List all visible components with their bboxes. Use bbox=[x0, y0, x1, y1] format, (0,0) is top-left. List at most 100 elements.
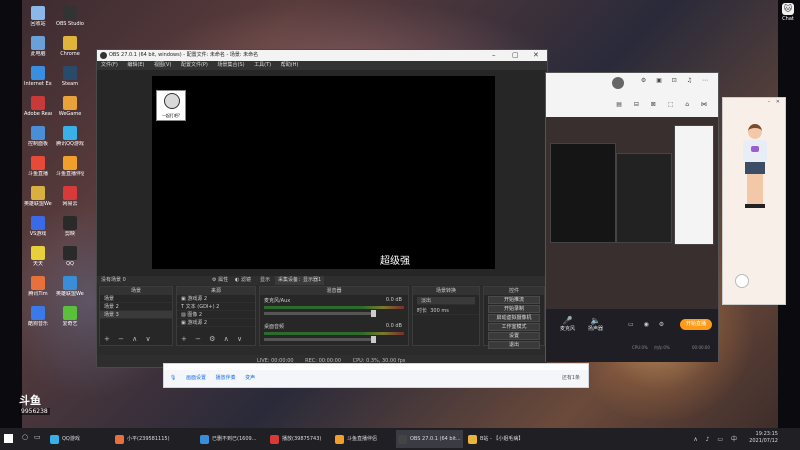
desktop-icon[interactable]: 斗鱼直播伴侣 bbox=[56, 156, 84, 177]
taskbar-task[interactable]: QQ游戏 bbox=[48, 430, 110, 448]
desktop-icon-label: OBS Studio bbox=[56, 21, 84, 27]
menu-file[interactable]: 文件(F) bbox=[101, 62, 118, 68]
desktop-icon-label: Chrome bbox=[60, 51, 80, 57]
play-accompaniment-link[interactable]: 播放伴奏 bbox=[216, 375, 236, 381]
speaker-icon: 🔈 bbox=[590, 316, 601, 325]
clock-date: 2021/07/12 bbox=[749, 438, 778, 444]
source-item[interactable]: T 文本 (GDI+) 2 bbox=[177, 303, 255, 311]
desktop-icon[interactable]: 斗鱼直播 bbox=[24, 156, 52, 177]
studio-mode-button[interactable]: 工作室模式 bbox=[488, 323, 540, 331]
filters-button[interactable]: ◐ 滤镜 bbox=[235, 276, 251, 285]
desktop-icon[interactable]: QQ bbox=[56, 246, 84, 267]
start-streaming-button[interactable]: 开始推流 bbox=[488, 296, 540, 304]
settings-button[interactable]: 设置 bbox=[488, 332, 540, 340]
properties-button[interactable]: ⚙ 属性 bbox=[212, 276, 228, 285]
close-icon[interactable]: ✕ bbox=[533, 50, 539, 61]
desktop-icon[interactable]: 腾讯QQ游戏 bbox=[56, 126, 84, 147]
scene-tools[interactable]: + − ∧ ∨ bbox=[104, 335, 154, 343]
chat-toolbar-top bbox=[164, 364, 588, 370]
speaker-button[interactable]: 🔈 扬声器 bbox=[588, 316, 603, 332]
exit-button[interactable]: 退出 bbox=[488, 341, 540, 349]
menu-help[interactable]: 帮助(H) bbox=[281, 62, 299, 68]
desktop-icon[interactable]: 网易云 bbox=[56, 186, 84, 207]
voice-change-link[interactable]: 变声 bbox=[245, 375, 255, 381]
taskbar-task[interactable]: 小平(239581115) bbox=[113, 430, 195, 448]
avatar-window-controls[interactable]: – ✕ bbox=[768, 99, 782, 105]
slider-knob[interactable] bbox=[371, 336, 376, 343]
source-item[interactable]: ▣ 游戏源 2 bbox=[177, 319, 255, 327]
camera-settings-icons[interactable]: ▭ ◉ ⚙ bbox=[628, 321, 668, 328]
capture-select[interactable]: 采集设备：显示器1 bbox=[275, 276, 325, 285]
chat-more[interactable]: 还有1条 bbox=[562, 374, 580, 381]
desktop-icon[interactable]: 酷狗音乐 bbox=[24, 306, 52, 327]
source-item[interactable]: ▨ 图像 2 bbox=[177, 311, 255, 319]
desktop-icon[interactable]: 腾讯Tim bbox=[24, 276, 52, 297]
desktop-icon[interactable]: 英雄联盟WeGame bbox=[24, 186, 52, 207]
scene-item[interactable]: 场景 bbox=[100, 295, 172, 303]
menu-profile[interactable]: 配置文件(P) bbox=[181, 62, 208, 68]
menu-tools[interactable]: 工具(T) bbox=[254, 62, 271, 68]
transition-select[interactable]: 淡出 bbox=[417, 297, 475, 305]
avatar[interactable] bbox=[612, 77, 624, 89]
assistant-tool-icons[interactable]: ▤ ⊟ ⊠ ⬚ ⌂ ⋈ bbox=[616, 101, 712, 108]
slider-knob[interactable] bbox=[371, 310, 376, 317]
taskbar-task[interactable]: B站 - 【小姐毛病】 bbox=[466, 430, 536, 448]
app-icon bbox=[31, 66, 45, 80]
volume-slider[interactable] bbox=[264, 336, 376, 343]
taskbar-task[interactable]: 播放(39875743) bbox=[268, 430, 330, 448]
desktop-icon[interactable]: OBS Studio bbox=[56, 6, 84, 27]
mic-icon[interactable]: 🎙 bbox=[170, 375, 176, 381]
desktop-icon[interactable]: 爱奇艺 bbox=[56, 306, 84, 327]
avatar-thumbnail[interactable] bbox=[735, 274, 749, 288]
search-icon[interactable]: ○ bbox=[22, 433, 28, 441]
maximize-icon[interactable]: ▢ bbox=[512, 50, 519, 61]
mic-button[interactable]: 🎤 麦克风 bbox=[560, 316, 575, 332]
desktop-icon[interactable]: 英雄联盟WeGame bbox=[56, 276, 84, 297]
assistant-toolbar-icons[interactable]: ⚙ ▣ ⊡ ♫ ⋯ bbox=[641, 77, 712, 84]
mixer-header: 混音器 bbox=[260, 287, 408, 295]
start-live-button[interactable]: 开始直播 bbox=[680, 319, 712, 330]
menu-scene-collection[interactable]: 场景集合(S) bbox=[217, 62, 244, 68]
source-item[interactable]: ▣ 游戏源 2 bbox=[177, 295, 255, 303]
start-recording-button[interactable]: 开始录制 bbox=[488, 305, 540, 313]
desktop-icon[interactable]: 天天 bbox=[24, 246, 52, 267]
taskbar-task[interactable]: 斗鱼直播伴侣 bbox=[333, 430, 393, 448]
transition-duration[interactable]: 时长 300 ms bbox=[413, 307, 479, 315]
desktop-icon[interactable]: 控制面板 bbox=[24, 126, 52, 147]
desktop-icon[interactable]: WeGame bbox=[56, 96, 84, 117]
source-tools[interactable]: + − ⚙ ∧ ∨ bbox=[181, 335, 245, 343]
scene-item[interactable]: 场景 3 bbox=[100, 311, 172, 319]
menu-view[interactable]: 视图(V) bbox=[154, 62, 171, 68]
virtual-camera-button[interactable]: 启动虚拟摄像机 bbox=[488, 314, 540, 322]
minimize-icon[interactable]: – bbox=[492, 50, 496, 61]
scene-item[interactable]: 场景 2 bbox=[100, 303, 172, 311]
desktop-icon[interactable]: 回收站 bbox=[24, 6, 52, 27]
corner-app-shortcut[interactable]: 🐱 Chat bbox=[779, 3, 797, 22]
taskbar-task[interactable]: OBS 27.0.1 (64 bit... bbox=[396, 430, 463, 448]
desktop-icon[interactable]: Steam bbox=[56, 66, 84, 87]
task-app-icon bbox=[200, 435, 209, 444]
desktop-icon-label: Internet Explorer bbox=[24, 81, 52, 87]
clock[interactable]: 19:23:15 2021/07/12 bbox=[749, 431, 778, 445]
desktop-icon[interactable]: 此电脑 bbox=[24, 36, 52, 57]
scenes-panel: 场景 场景 场景 2 场景 3 + − ∧ ∨ bbox=[99, 286, 173, 346]
windows-start-icon[interactable] bbox=[4, 434, 13, 443]
taskbar-task[interactable]: 已删不到已(1609... bbox=[198, 430, 265, 448]
display-label: 显示 bbox=[260, 277, 271, 283]
assistant-control-bar: 🎤 麦克风 🔈 扬声器 ▭ ◉ ⚙ 开始直播 CPU:0% 内存:0% 00:0… bbox=[546, 309, 718, 362]
volume-slider[interactable] bbox=[264, 310, 376, 317]
desktop-icon[interactable]: Internet Explorer bbox=[24, 66, 52, 87]
app-icon bbox=[63, 6, 77, 20]
preview-canvas[interactable]: 一起打吧? 超级强 bbox=[152, 76, 495, 269]
task-app-icon bbox=[270, 435, 279, 444]
desktop-icon-label: 爱奇艺 bbox=[62, 321, 78, 327]
screen-settings-link[interactable]: 画面设置 bbox=[186, 375, 206, 381]
task-view-icon[interactable]: ▭ bbox=[34, 433, 41, 441]
desktop-icon[interactable]: 剪映 bbox=[56, 216, 84, 237]
mixer-panel: 混音器 麦克风/Aux 0.0 dB 桌面音频 0.0 dB bbox=[259, 286, 409, 346]
desktop-icon[interactable]: VS游戏 bbox=[24, 216, 52, 237]
desktop-icon[interactable]: Adobe Reader bbox=[24, 96, 52, 117]
system-tray-icons[interactable]: ∧ ♪ ▭ 中 bbox=[693, 434, 740, 443]
desktop-icon[interactable]: Chrome bbox=[56, 36, 84, 57]
menu-edit[interactable]: 编辑(E) bbox=[127, 62, 144, 68]
